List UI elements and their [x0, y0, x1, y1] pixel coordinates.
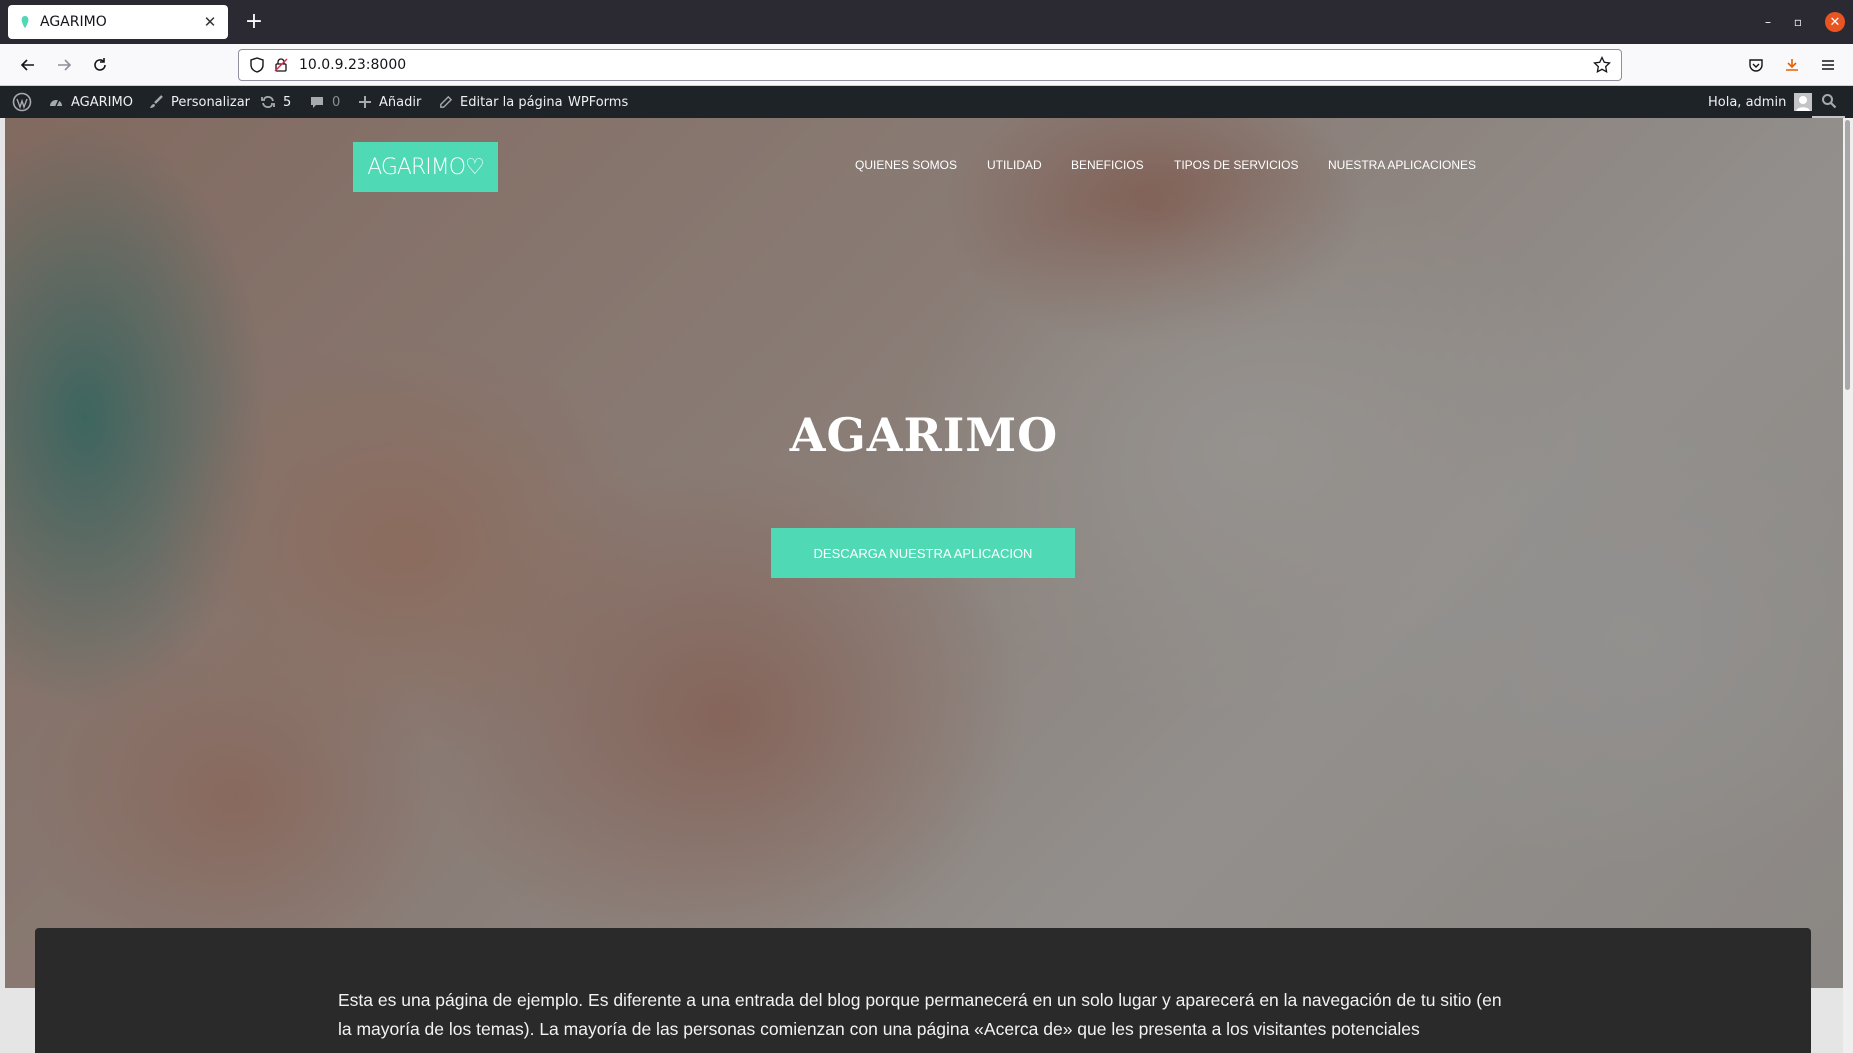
add-new-menu[interactable]: Añadir: [358, 86, 421, 118]
nav-item-quienes-somos[interactable]: QUIENES SOMOS: [855, 158, 957, 172]
account-menu[interactable]: Hola, admin: [1708, 86, 1813, 118]
customize-label: Personalizar: [171, 94, 251, 110]
logo-text: AGARIMO♡: [367, 154, 485, 180]
nav-item-tipos-de-servicios[interactable]: TIPOS DE SERVICIOS: [1174, 158, 1298, 172]
wordpress-logo-icon: [12, 92, 32, 112]
window-close-button[interactable]: ✕: [1825, 12, 1845, 32]
hamburger-menu-icon: [1822, 60, 1834, 70]
dashboard-icon: [48, 94, 64, 110]
paintbrush-icon: [148, 94, 164, 110]
window-minimize-button[interactable]: –: [1758, 12, 1778, 32]
nav-item-utilidad[interactable]: UTILIDAD: [987, 158, 1042, 172]
wp-logo-menu[interactable]: [12, 86, 32, 118]
browser-tab[interactable]: AGARIMO ✕: [8, 5, 228, 39]
tab-title: AGARIMO: [40, 14, 107, 30]
pocket-icon: [1749, 59, 1763, 72]
user-avatar-icon: [1796, 96, 1811, 111]
tracking-shield-icon[interactable]: [249, 57, 265, 77]
wp-admin-bar: AGARIMO Personalizar 5 0 Añadir Editar l…: [0, 86, 1853, 118]
url-text[interactable]: 10.0.9.23:8000: [299, 57, 406, 73]
search-icon: [1821, 94, 1836, 109]
page-scrollbar[interactable]: [1843, 118, 1853, 1053]
scrollbar-thumb[interactable]: [1845, 120, 1850, 390]
updates-refresh-icon: [260, 94, 276, 110]
downloads-button[interactable]: [1780, 53, 1804, 77]
site-logo[interactable]: AGARIMO♡: [353, 142, 498, 192]
greeting-label: Hola, admin: [1708, 94, 1787, 110]
hero-content: AGARIMO♡ QUIENES SOMOS UTILIDAD BENEFICI…: [5, 118, 1843, 988]
comments-link[interactable]: 0: [309, 86, 340, 118]
pencil-icon: [438, 95, 453, 110]
site-favicon-icon: [18, 15, 32, 29]
forward-button[interactable]: [50, 52, 78, 78]
plus-icon: [358, 95, 372, 109]
browser-tabstrip: AGARIMO ✕ + – ▫ ✕: [0, 0, 1853, 44]
edit-page-label: Editar la página: [460, 94, 563, 110]
intro-paragraph: Esta es una página de ejemplo. Es difere…: [338, 990, 1502, 1039]
bookmark-star-icon[interactable]: [1593, 55, 1611, 78]
pocket-button[interactable]: [1744, 53, 1768, 77]
nav-item-beneficios[interactable]: BENEFICIOS: [1071, 158, 1144, 172]
updates-count: 5: [283, 94, 292, 110]
arrow-right-icon: [58, 59, 72, 71]
arrow-left-icon: [20, 59, 34, 71]
reload-icon: [94, 58, 106, 71]
hero-title: AGARIMO: [789, 408, 1059, 462]
address-bar[interactable]: 10.0.9.23:8000: [238, 49, 1622, 81]
comment-bubble-icon: [309, 94, 325, 110]
wpforms-label: WPForms: [568, 94, 629, 110]
edit-page-link[interactable]: Editar la página: [438, 86, 563, 118]
site-name-menu[interactable]: AGARIMO: [48, 86, 133, 118]
nav-item-nuestra-aplicaciones[interactable]: NUESTRA APLICACIONES: [1328, 158, 1476, 172]
add-new-label: Añadir: [379, 94, 422, 110]
tab-close-icon[interactable]: ✕: [202, 13, 218, 31]
download-icon: [1786, 59, 1798, 71]
download-app-button[interactable]: DESCARGA NUESTRA APLICACION: [771, 528, 1075, 578]
wpforms-menu[interactable]: WPForms: [568, 86, 628, 118]
site-name-label: AGARIMO: [71, 94, 133, 110]
window-maximize-button[interactable]: ▫: [1788, 12, 1808, 32]
back-button[interactable]: [14, 52, 42, 78]
admin-search-button[interactable]: [1812, 86, 1845, 118]
browser-navbar: 10.0.9.23:8000: [0, 44, 1853, 86]
customize-link[interactable]: Personalizar: [148, 86, 250, 118]
avatar: [1794, 93, 1813, 111]
insecure-lock-icon[interactable]: [273, 57, 289, 77]
updates-link[interactable]: 5: [260, 86, 291, 118]
comments-count: 0: [332, 94, 341, 110]
new-tab-button[interactable]: +: [240, 9, 268, 35]
reload-button[interactable]: [86, 52, 114, 78]
hero-section: AGARIMO♡ QUIENES SOMOS UTILIDAD BENEFICI…: [5, 118, 1843, 988]
page-viewport: AGARIMO♡ QUIENES SOMOS UTILIDAD BENEFICI…: [0, 118, 1853, 1053]
app-menu-button[interactable]: [1816, 53, 1840, 77]
